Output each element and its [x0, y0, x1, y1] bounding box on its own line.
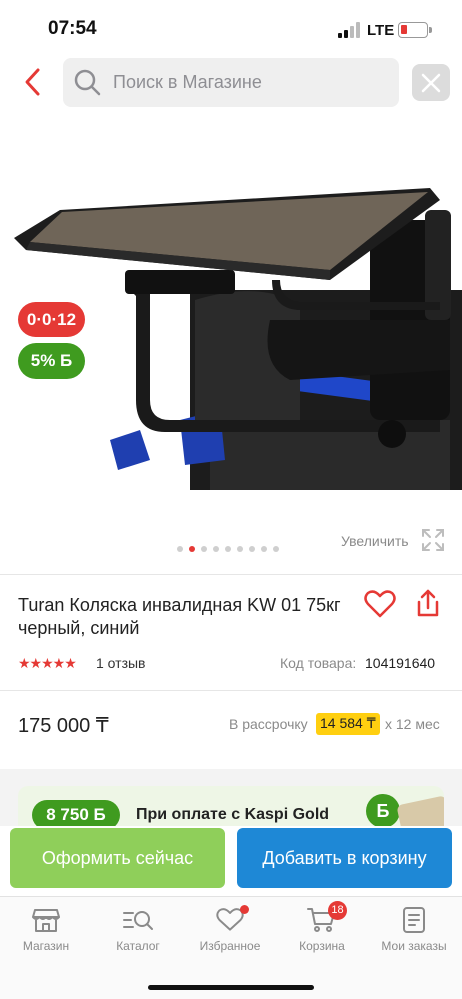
nav-shop[interactable]: Магазин [0, 905, 92, 965]
nav-label: Магазин [22, 939, 70, 953]
status-bar: 07:54 LTE [0, 0, 462, 56]
expand-icon[interactable] [421, 528, 445, 552]
nav-label: Избранное [199, 939, 261, 953]
search-placeholder: Поиск в Магазине [113, 72, 262, 92]
battery-icon [398, 22, 432, 38]
nav-catalog[interactable]: Каталог [92, 905, 184, 965]
kaspi-promo-text: При оплате с Kaspi Gold [136, 806, 330, 823]
search-icon [73, 68, 101, 96]
nav-cart[interactable]: 18 Корзина [276, 901, 368, 965]
shop-icon [32, 909, 60, 932]
installment-label: В рассрочку [229, 716, 308, 732]
rating-stars: ★★★★★ [18, 655, 77, 671]
nav-orders[interactable]: Мои заказы [368, 905, 460, 965]
reviews-link[interactable]: 1 отзыв [96, 655, 146, 671]
nav-favorites[interactable]: Избранное [184, 905, 276, 965]
product-page: 07:54 LTE Поиск в Магазине 0·0·12 5% Б У… [0, 0, 462, 999]
product-price: 175 000 ₸ [18, 715, 109, 737]
product-code: 104191640 [365, 655, 436, 671]
divider [0, 574, 462, 575]
divider [0, 690, 462, 691]
home-indicator [148, 985, 314, 990]
network-label: LTE [367, 22, 395, 39]
share-icon[interactable] [414, 588, 442, 618]
search-input[interactable]: Поиск в Магазине [63, 58, 399, 107]
add-to-cart-button[interactable]: Добавить в корзину [237, 828, 452, 888]
nav-label: Мои заказы [381, 939, 447, 953]
buy-now-button[interactable]: Оформить сейчас [10, 828, 225, 888]
close-button[interactable] [412, 64, 450, 101]
bottom-nav: Магазин Каталог Избранное 18 Корзина Мои… [0, 896, 462, 999]
notification-dot [240, 905, 249, 914]
product-title: Turan Коляска инвалидная KW 01 75кг черн… [18, 595, 341, 638]
bonus-badge: 5% Б [18, 343, 85, 379]
nav-label: Каталог [116, 939, 160, 953]
installment-amount: 14 584 ₸ [316, 713, 380, 735]
heart-icon[interactable] [364, 590, 396, 618]
bonus-coin-icon: Б [366, 794, 400, 828]
orders-icon [403, 907, 425, 933]
action-bar: Оформить сейчас Добавить в корзину [0, 826, 462, 896]
installment-badge: 0·0·12 [18, 302, 85, 337]
zoom-label[interactable]: Увеличить [341, 533, 409, 549]
product-code-label: Код товара: [280, 655, 357, 671]
cart-count-badge: 18 [328, 901, 347, 920]
installment-months: x 12 мес [385, 716, 440, 732]
catalog-icon [123, 911, 153, 930]
nav-label: Корзина [299, 939, 345, 953]
status-time: 07:54 [48, 18, 97, 39]
back-icon[interactable] [22, 66, 46, 98]
signal-icon [338, 22, 362, 38]
close-icon [421, 73, 441, 93]
